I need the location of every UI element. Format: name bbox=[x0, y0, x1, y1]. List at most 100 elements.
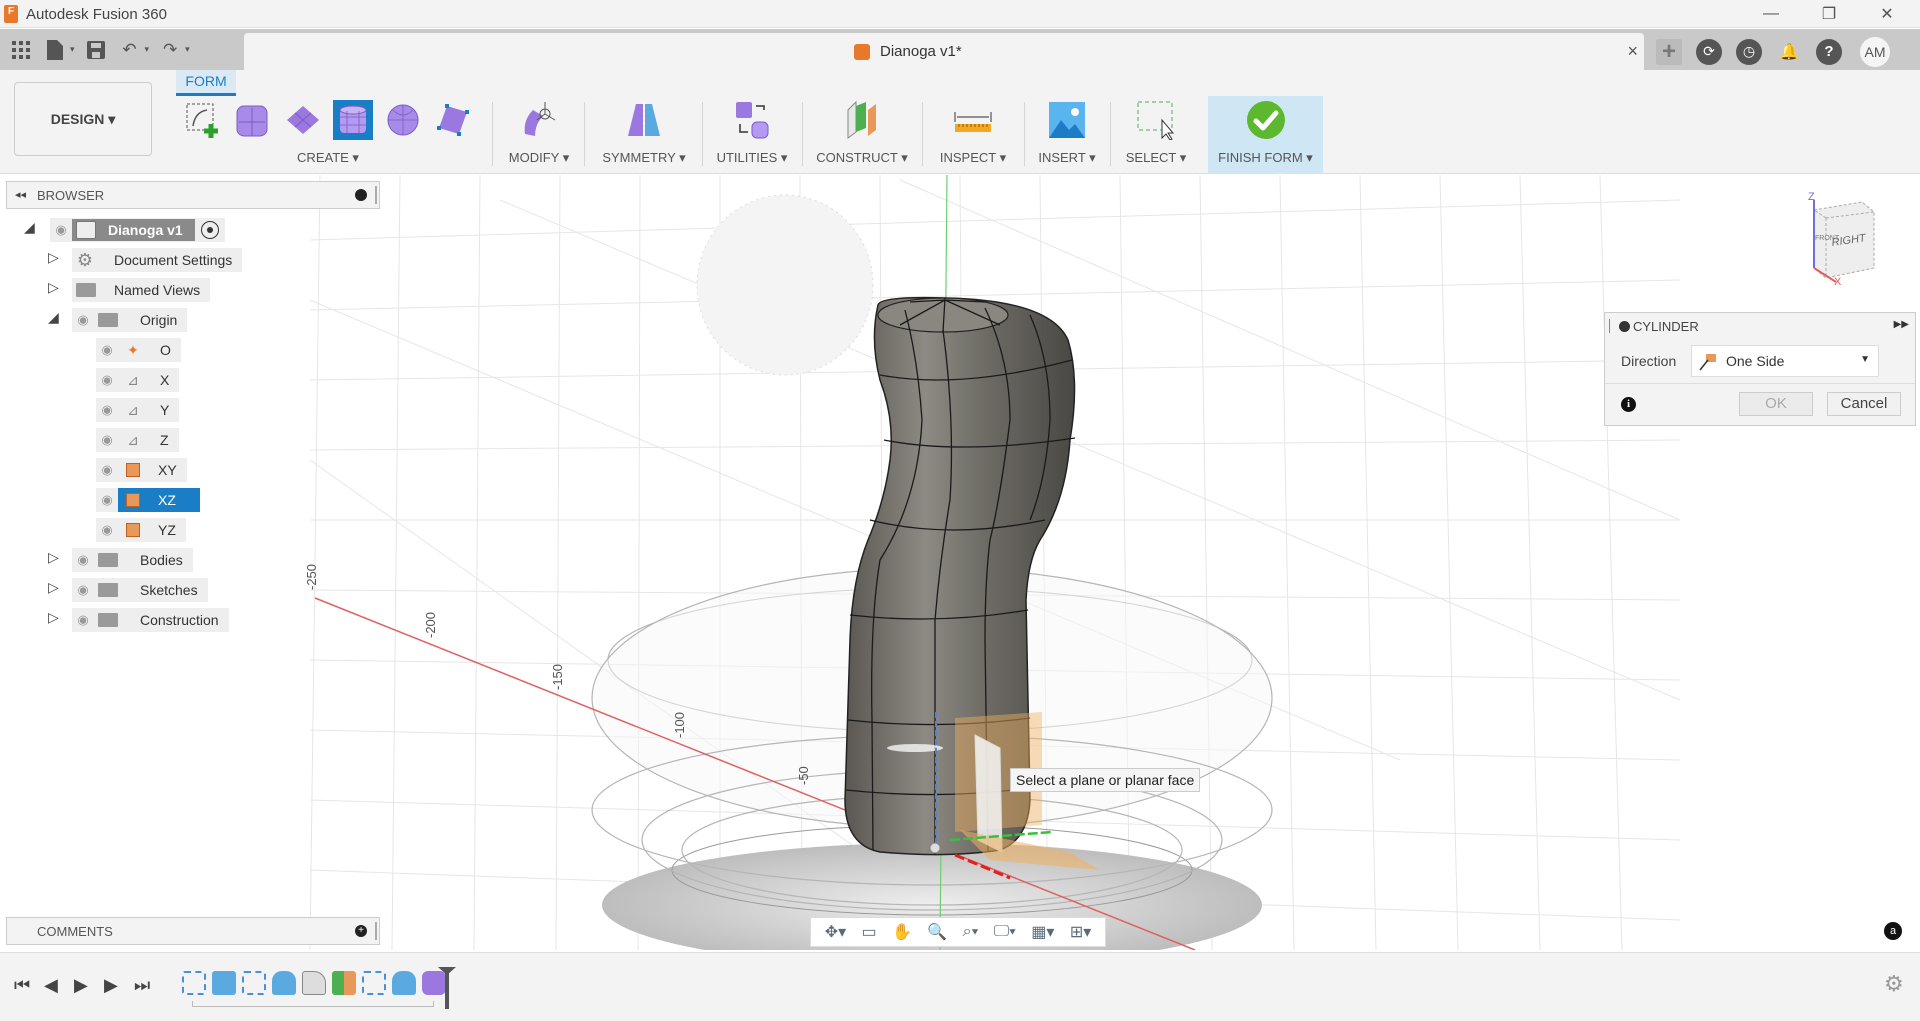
utilities-menu[interactable]: UTILITIES ▾ bbox=[717, 150, 788, 166]
insert-image-icon[interactable] bbox=[1047, 100, 1087, 140]
expand-arrow-icon[interactable]: ▷ bbox=[48, 609, 59, 626]
modify-menu[interactable]: MODIFY ▾ bbox=[509, 150, 569, 166]
extensions-icon[interactable]: ⟳ bbox=[1696, 38, 1722, 65]
finish-check-icon[interactable] bbox=[1246, 100, 1286, 140]
viewport-canvas[interactable]: -250 -200 -150 -100 -50 bbox=[0, 175, 1920, 950]
viewcube[interactable]: RIGHT FRONT Z X bbox=[1776, 190, 1886, 288]
symmetry-menu[interactable]: SYMMETRY ▾ bbox=[602, 150, 685, 166]
play-icon[interactable]: ▶ bbox=[74, 975, 88, 996]
tree-item-xy-plane[interactable]: ◉ XY bbox=[96, 458, 187, 482]
visibility-eye-icon[interactable]: ◉ bbox=[96, 372, 118, 388]
document-tab[interactable]: Dianoga v1* × bbox=[244, 33, 1644, 70]
expand-arrow-icon[interactable]: ▷ bbox=[48, 549, 59, 566]
ok-button[interactable]: OK bbox=[1739, 392, 1813, 416]
browser-pin-icon[interactable] bbox=[375, 186, 377, 204]
assistant-icon[interactable]: a bbox=[1884, 922, 1902, 940]
fit-window-icon[interactable]: ⌕▾ bbox=[963, 923, 979, 941]
visibility-eye-icon[interactable]: ◉ bbox=[96, 432, 118, 448]
tree-item-yz-plane[interactable]: ◉ YZ bbox=[96, 518, 186, 542]
close-window-button[interactable]: ✕ bbox=[1864, 0, 1910, 28]
timeline-sketch-icon[interactable] bbox=[362, 971, 386, 995]
insert-menu[interactable]: INSERT ▾ bbox=[1038, 150, 1095, 166]
minimize-button[interactable]: — bbox=[1748, 0, 1794, 28]
activate-component-icon[interactable] bbox=[200, 221, 219, 239]
comments-pin-icon[interactable] bbox=[375, 922, 377, 940]
select-menu[interactable]: SELECT ▾ bbox=[1126, 150, 1186, 166]
display-settings-icon[interactable]: 🖵▾ bbox=[994, 923, 1016, 941]
timeline-fillet-icon[interactable] bbox=[302, 971, 326, 995]
timeline-revolve-icon[interactable] bbox=[392, 971, 416, 995]
tree-item-named-views[interactable]: Named Views bbox=[72, 278, 211, 302]
finish-form-menu[interactable]: FINISH FORM ▾ bbox=[1218, 150, 1313, 166]
cylinder-icon[interactable] bbox=[333, 100, 373, 140]
utilities-icon[interactable] bbox=[732, 100, 772, 140]
sphere-icon[interactable] bbox=[383, 100, 423, 140]
timeline-sketch-icon[interactable] bbox=[242, 971, 266, 995]
info-icon[interactable]: i bbox=[1621, 397, 1636, 412]
construct-plane-icon[interactable] bbox=[842, 100, 882, 140]
expand-arrow-icon[interactable]: ▷ bbox=[48, 249, 59, 266]
file-caret-icon[interactable]: ▾ bbox=[70, 44, 75, 55]
tree-item-origin[interactable]: ◉ Origin bbox=[72, 308, 188, 332]
select-window-icon[interactable] bbox=[1136, 100, 1176, 140]
timeline-sketch-icon[interactable] bbox=[182, 971, 206, 995]
browser-minimize-icon[interactable] bbox=[355, 189, 367, 201]
restore-button[interactable]: ❐ bbox=[1806, 0, 1852, 28]
timeline-settings-icon[interactable]: ⚙ bbox=[1884, 971, 1904, 997]
job-status-icon[interactable]: ◷ bbox=[1736, 38, 1762, 65]
viewports-icon[interactable]: ⊞▾ bbox=[1070, 922, 1091, 942]
look-at-icon[interactable]: ▭ bbox=[862, 922, 877, 942]
symmetry-icon[interactable] bbox=[624, 100, 664, 140]
timeline-plane-icon[interactable] bbox=[332, 971, 356, 995]
close-tab-icon[interactable]: × bbox=[1627, 41, 1638, 62]
workspace-switcher[interactable]: DESIGN ▾ bbox=[14, 82, 152, 156]
tree-item-construction[interactable]: ◉ Construction bbox=[72, 608, 229, 632]
add-comment-icon[interactable]: + bbox=[355, 925, 367, 937]
visibility-eye-icon[interactable]: ◉ bbox=[50, 222, 72, 238]
inspect-menu[interactable]: INSPECT ▾ bbox=[940, 150, 1006, 166]
dialog-collapse-icon[interactable] bbox=[1619, 321, 1630, 332]
visibility-eye-icon[interactable]: ◉ bbox=[96, 492, 118, 508]
collapse-arrow-icon[interactable]: ◢ bbox=[24, 219, 35, 236]
dialog-grip-icon[interactable] bbox=[1609, 319, 1611, 333]
create-menu[interactable]: CREATE ▾ bbox=[297, 150, 359, 166]
collapse-browser-icon[interactable]: ◂◂ bbox=[15, 188, 26, 201]
save-icon[interactable] bbox=[83, 37, 109, 63]
visibility-eye-icon[interactable]: ◉ bbox=[72, 582, 94, 598]
undo-icon[interactable]: ↶ bbox=[117, 37, 143, 63]
visibility-eye-icon[interactable]: ◉ bbox=[96, 522, 118, 538]
orbit-icon[interactable]: ✥▾ bbox=[825, 922, 846, 942]
help-icon[interactable]: ? bbox=[1816, 38, 1842, 65]
cancel-button[interactable]: Cancel bbox=[1827, 392, 1901, 416]
timeline-extrude-icon[interactable] bbox=[212, 971, 236, 995]
tree-item-z-axis[interactable]: ◉ ⊿ Z bbox=[96, 428, 179, 452]
undo-caret-icon[interactable]: ▾ bbox=[145, 44, 150, 55]
box-icon[interactable] bbox=[233, 100, 273, 140]
redo-caret-icon[interactable]: ▾ bbox=[185, 44, 190, 55]
measure-icon[interactable] bbox=[953, 100, 993, 140]
viewcube-front-face[interactable]: FRONT bbox=[1815, 235, 1840, 242]
quadball-icon[interactable] bbox=[433, 100, 473, 140]
create-sketch-icon[interactable] bbox=[183, 100, 223, 140]
plane-icon[interactable] bbox=[283, 100, 323, 140]
visibility-eye-icon[interactable]: ◉ bbox=[72, 552, 94, 568]
edit-form-icon[interactable] bbox=[519, 100, 559, 140]
construct-menu[interactable]: CONSTRUCT ▾ bbox=[816, 150, 908, 166]
timeline-revolve-icon[interactable] bbox=[272, 971, 296, 995]
visibility-eye-icon[interactable]: ◉ bbox=[96, 342, 118, 358]
tree-item-y-axis[interactable]: ◉ ⊿ Y bbox=[96, 398, 180, 422]
go-to-end-icon[interactable]: ⏭ bbox=[134, 975, 150, 996]
go-to-start-icon[interactable]: ⏮ bbox=[14, 975, 30, 996]
tree-item-root[interactable]: ◉ Dianoga v1 bbox=[50, 218, 225, 242]
expand-arrow-icon[interactable]: ▷ bbox=[48, 579, 59, 596]
redo-icon[interactable]: ↷ bbox=[157, 37, 183, 63]
direction-dropdown[interactable]: One Side ▼ bbox=[1691, 345, 1879, 377]
grid-settings-icon[interactable]: ▦▾ bbox=[1031, 922, 1054, 942]
visibility-eye-icon[interactable]: ◉ bbox=[96, 402, 118, 418]
pan-hand-icon[interactable]: ✋ bbox=[892, 922, 912, 942]
step-back-icon[interactable]: ◀ bbox=[44, 975, 58, 996]
apps-grid-icon[interactable] bbox=[8, 37, 34, 63]
tree-item-sketches[interactable]: ◉ Sketches bbox=[72, 578, 208, 602]
zoom-icon[interactable]: 🔍 bbox=[927, 922, 947, 942]
new-tab-icon[interactable]: + bbox=[1656, 38, 1682, 65]
